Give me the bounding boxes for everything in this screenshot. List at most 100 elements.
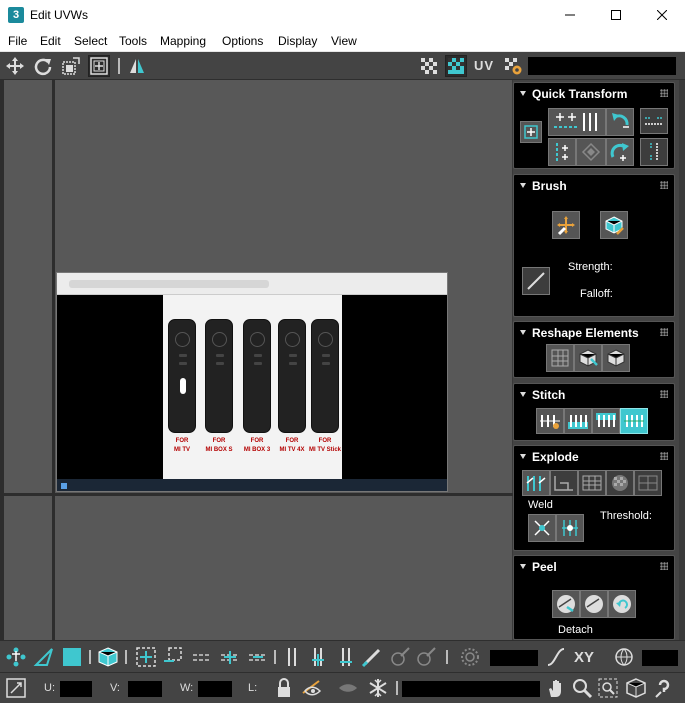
menu-tools[interactable]: Tools	[119, 34, 147, 48]
rollout-title[interactable]: Quick Transform	[532, 87, 627, 101]
hide-show-button[interactable]	[300, 676, 324, 700]
checker-button[interactable]	[418, 55, 440, 77]
rollout-title[interactable]: Brush	[532, 179, 567, 193]
v-coordinate-field[interactable]	[128, 681, 162, 697]
peel-mode-button[interactable]	[580, 590, 608, 618]
drag-grip-icon[interactable]	[660, 452, 668, 460]
align-to-center-button[interactable]	[520, 121, 542, 143]
zoom-region-button[interactable]	[596, 676, 620, 700]
selection-set-field[interactable]	[402, 681, 540, 697]
menu-options[interactable]: Options	[222, 34, 263, 48]
rollout-title[interactable]: Explode	[532, 450, 579, 464]
ring-plus-button[interactable]	[306, 645, 330, 669]
xy-label[interactable]: XY	[574, 649, 594, 666]
rollout-title[interactable]: Peel	[532, 560, 557, 574]
rotate-cw-button[interactable]	[606, 138, 634, 166]
minimize-button[interactable]	[547, 0, 593, 30]
rollout-title[interactable]: Stitch	[532, 388, 565, 402]
collapse-arrow-icon[interactable]	[520, 183, 526, 188]
collapse-arrow-icon[interactable]	[520, 564, 526, 569]
menu-display[interactable]: Display	[278, 34, 317, 48]
element-mode-button[interactable]	[96, 645, 120, 669]
relax-button[interactable]	[574, 344, 602, 372]
absolute-offset-toggle[interactable]	[4, 676, 28, 700]
ring-grow-button[interactable]	[280, 645, 304, 669]
world-space-button[interactable]	[612, 645, 636, 669]
soft-select-falloff-field[interactable]	[490, 650, 538, 666]
texture-toggle-button[interactable]	[445, 55, 467, 77]
zoom-extents-button[interactable]	[624, 676, 648, 700]
break-button[interactable]	[522, 470, 550, 496]
mirror-button[interactable]	[126, 55, 148, 77]
detach-edge-verts-button[interactable]	[550, 470, 578, 496]
align-horizontal-button[interactable]	[548, 108, 606, 136]
menu-view[interactable]: View	[331, 34, 357, 48]
paint-select-button[interactable]	[360, 645, 384, 669]
freeze-button[interactable]	[366, 676, 390, 700]
drag-grip-icon[interactable]	[660, 390, 668, 398]
relax-brush-button[interactable]	[600, 211, 628, 239]
stitch-to-average-button[interactable]	[620, 408, 648, 434]
close-button[interactable]	[639, 0, 685, 30]
paint-shrink-button[interactable]	[414, 645, 438, 669]
paint-grow-button[interactable]	[388, 645, 412, 669]
menu-mapping[interactable]: Mapping	[160, 34, 206, 48]
grow-selection-button[interactable]	[134, 645, 158, 669]
falloff-type-button[interactable]	[544, 645, 568, 669]
maximize-button[interactable]	[593, 0, 639, 30]
polygon-mode-button[interactable]	[60, 645, 84, 669]
flatten-by-material-button[interactable]	[606, 470, 634, 496]
pan-button[interactable]	[544, 676, 568, 700]
rotate-ccw-button[interactable]	[606, 108, 634, 136]
menu-edit[interactable]: Edit	[40, 34, 61, 48]
rotate-button[interactable]	[32, 55, 54, 77]
uv-viewport[interactable]: FOR MI TV FOR MI BOX S FOR MI BOX 3 FOR MI T…	[0, 80, 513, 640]
vertex-mode-button[interactable]	[4, 645, 28, 669]
paint-move-button[interactable]	[552, 211, 580, 239]
shrink-selection-button[interactable]	[160, 645, 184, 669]
align-vertical-button[interactable]	[548, 138, 576, 166]
relax-settings-button[interactable]	[602, 344, 630, 372]
weld-all-button[interactable]	[556, 514, 584, 542]
hidden-toggle-button[interactable]	[336, 676, 360, 700]
collapse-arrow-icon[interactable]	[520, 91, 526, 96]
weld-selected-button[interactable]	[528, 514, 556, 542]
toolbar-dropdown[interactable]	[528, 57, 676, 75]
loop-select-button[interactable]	[190, 645, 214, 669]
brush-falloff-button[interactable]	[522, 267, 550, 295]
help-button[interactable]	[652, 676, 676, 700]
collapse-arrow-icon[interactable]	[520, 392, 526, 397]
stitch-to-target-button[interactable]	[592, 408, 620, 434]
straighten-button[interactable]	[576, 138, 606, 166]
space-vertical-button[interactable]	[640, 138, 668, 166]
stitch-to-source-button[interactable]	[564, 408, 592, 434]
u-coordinate-field[interactable]	[60, 681, 92, 697]
menu-select[interactable]: Select	[74, 34, 107, 48]
collapse-arrow-icon[interactable]	[520, 330, 526, 335]
menu-file[interactable]: File	[8, 34, 27, 48]
move-button[interactable]	[4, 55, 26, 77]
uv-settings-button[interactable]	[502, 55, 524, 77]
quick-peel-button[interactable]	[552, 590, 580, 618]
freeform-button[interactable]	[88, 55, 110, 77]
w-coordinate-field[interactable]	[198, 681, 232, 697]
peel-reset-button[interactable]	[608, 590, 636, 618]
drag-grip-icon[interactable]	[660, 328, 668, 336]
drag-grip-icon[interactable]	[660, 562, 668, 570]
stitch-custom-button[interactable]	[536, 408, 564, 434]
straighten-selection-button[interactable]	[546, 344, 574, 372]
lock-selection-button[interactable]	[272, 676, 296, 700]
flatten-by-smoothing-button[interactable]	[578, 470, 606, 496]
rollout-title[interactable]: Reshape Elements	[532, 326, 639, 340]
ring-select-button[interactable]	[218, 645, 242, 669]
drag-grip-icon[interactable]	[660, 181, 668, 189]
zoom-button[interactable]	[570, 676, 594, 700]
space-horizontal-button[interactable]	[640, 108, 668, 134]
panel-scrollbar[interactable]	[679, 80, 685, 640]
edge-mode-button[interactable]	[32, 645, 56, 669]
loop-shrink-button[interactable]	[246, 645, 270, 669]
flatten-custom-button[interactable]	[634, 470, 662, 496]
ring-minus-button[interactable]	[334, 645, 358, 669]
falloff-value-field[interactable]	[642, 650, 678, 666]
soft-select-button[interactable]	[458, 645, 482, 669]
